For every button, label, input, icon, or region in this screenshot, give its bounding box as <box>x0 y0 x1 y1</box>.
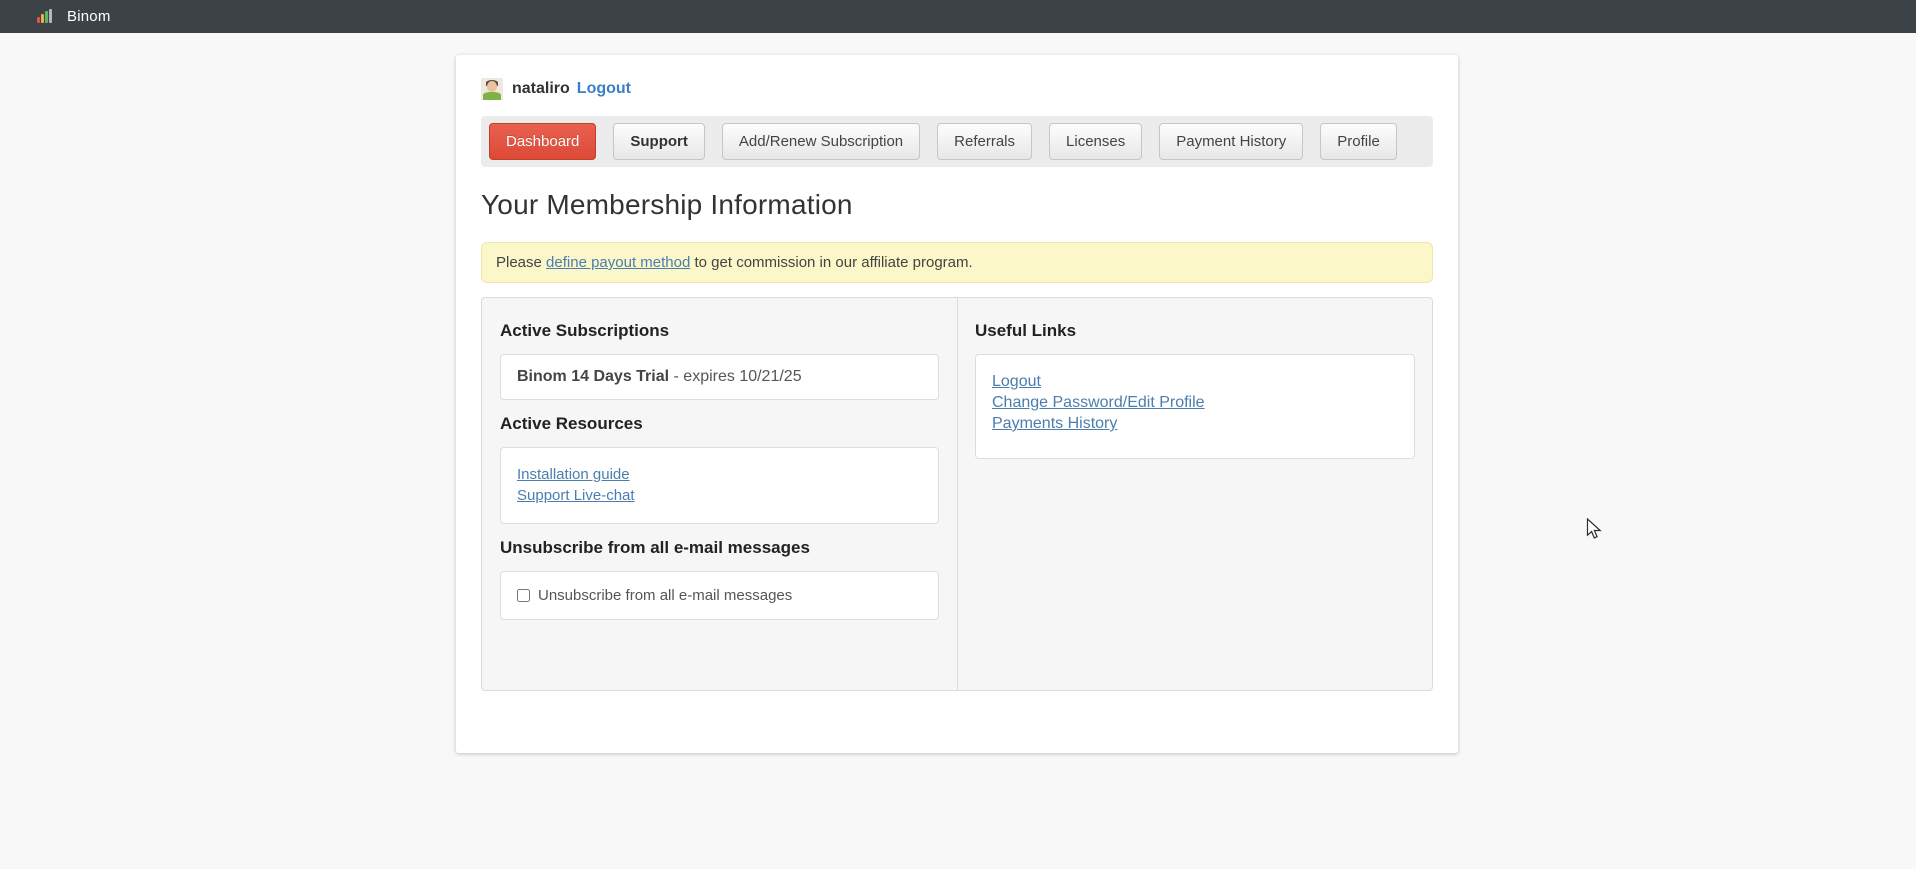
tab-referrals[interactable]: Referrals <box>937 123 1032 160</box>
membership-card: nataliro Logout Dashboard Support Add/Re… <box>456 55 1458 753</box>
membership-panel: Active Subscriptions Binom 14 Days Trial… <box>481 297 1433 691</box>
unsubscribe-checkbox-text: Unsubscribe from all e-mail messages <box>538 587 792 604</box>
unsubscribe-box: Unsubscribe from all e-mail messages <box>500 571 939 620</box>
change-password-edit-profile-link[interactable]: Change Password/Edit Profile <box>992 392 1205 413</box>
active-resources-heading: Active Resources <box>500 414 939 434</box>
resources-box: Installation guide Support Live-chat <box>500 447 939 524</box>
avatar <box>481 78 503 100</box>
nav-tabs: Dashboard Support Add/Renew Subscription… <box>481 116 1433 167</box>
tab-licenses[interactable]: Licenses <box>1049 123 1142 160</box>
useful-links-box: Logout Change Password/Edit Profile Paym… <box>975 354 1415 459</box>
unsubscribe-heading: Unsubscribe from all e-mail messages <box>500 538 939 558</box>
subscription-box: Binom 14 Days Trial - expires 10/21/25 <box>500 354 939 400</box>
tab-dashboard[interactable]: Dashboard <box>489 123 596 160</box>
tab-support[interactable]: Support <box>613 123 705 160</box>
mouse-cursor-icon <box>1586 518 1608 542</box>
brand-label: Binom <box>67 8 111 25</box>
payments-history-link[interactable]: Payments History <box>992 413 1117 434</box>
installation-guide-link[interactable]: Installation guide <box>517 464 630 485</box>
logout-link[interactable]: Logout <box>992 371 1041 392</box>
payout-alert: Please define payout method to get commi… <box>481 242 1433 283</box>
subscription-item: Binom 14 Days Trial - expires 10/21/25 <box>517 368 922 386</box>
unsubscribe-label: Unsubscribe from all e-mail messages <box>517 587 922 604</box>
subscription-expiry: - expires 10/21/25 <box>674 368 802 385</box>
tab-profile[interactable]: Profile <box>1320 123 1397 160</box>
logout-link-top[interactable]: Logout <box>577 80 631 98</box>
user-row: nataliro Logout <box>481 77 1433 101</box>
user-name: nataliro <box>512 80 570 98</box>
tab-add-renew-subscription[interactable]: Add/Renew Subscription <box>722 123 920 160</box>
alert-text-after: to get commission in our affiliate progr… <box>695 254 973 271</box>
support-live-chat-link[interactable]: Support Live-chat <box>517 485 635 506</box>
bar-chart-icon <box>37 8 54 25</box>
panel-right-column: Useful Links Logout Change Password/Edit… <box>958 298 1432 690</box>
panel-left-column: Active Subscriptions Binom 14 Days Trial… <box>482 298 958 690</box>
useful-links-heading: Useful Links <box>975 321 1415 341</box>
unsubscribe-checkbox[interactable] <box>517 589 530 602</box>
tab-payment-history[interactable]: Payment History <box>1159 123 1303 160</box>
active-subscriptions-heading: Active Subscriptions <box>500 321 939 341</box>
page-title: Your Membership Information <box>481 189 1433 221</box>
top-bar: Binom <box>0 0 1916 33</box>
alert-text-before: Please <box>496 254 542 271</box>
define-payout-method-link[interactable]: define payout method <box>546 254 690 271</box>
subscription-name: Binom 14 Days Trial <box>517 368 669 385</box>
